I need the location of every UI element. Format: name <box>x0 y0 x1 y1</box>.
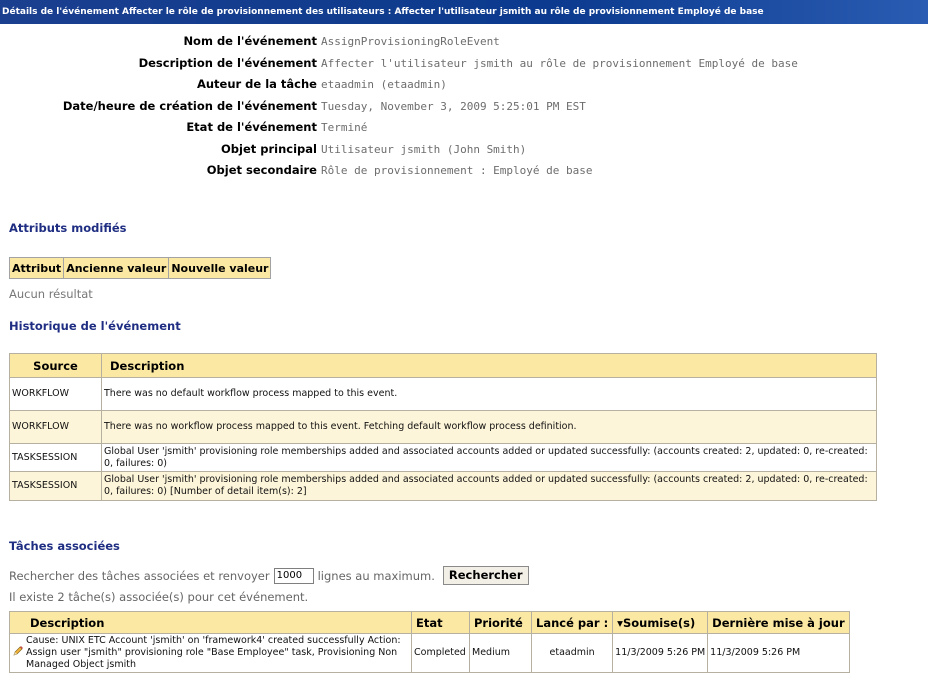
detail-label: Nom de l'événement <box>183 34 317 48</box>
modified-attributes-heading: Attributs modifiés <box>9 221 127 235</box>
detail-value: etaadmin (etaadmin) <box>321 78 447 91</box>
column-header-submitted[interactable]: ▾Soumise(s) <box>612 611 709 634</box>
detail-row-description: Description de l'événement Affecter l'uti… <box>0 56 928 78</box>
column-header-old-value[interactable]: Ancienne valeur <box>63 257 170 279</box>
task-status: Completed <box>411 633 470 673</box>
detail-row-secondary-object: Objet secondaire Rôle de provisionnement … <box>0 163 928 185</box>
history-description: There was no default workflow process ma… <box>101 377 877 411</box>
event-details: Nom de l'événement AssignProvisioningRole… <box>0 34 928 185</box>
event-history-heading: Historique de l'événement <box>9 319 181 333</box>
column-header-launched-by[interactable]: Lancé par : <box>530 611 614 634</box>
associated-tasks-table: Description Etat Priorité Lancé par : ▾S… <box>9 611 850 673</box>
detail-row-state: Etat de l'événement Terminé <box>0 120 928 142</box>
detail-value: Affecter l'utilisateur jsmith au rôle de… <box>321 56 798 70</box>
column-header-source[interactable]: Source <box>9 353 102 378</box>
detail-label: Objet secondaire <box>206 163 317 177</box>
search-button[interactable]: Rechercher <box>442 566 529 585</box>
max-rows-input[interactable] <box>273 567 314 584</box>
task-description: Cause: UNIX ETC Account 'jsmith' on 'fra… <box>26 635 401 670</box>
table-row[interactable]: Cause: UNIX ETC Account 'jsmith' on 'fra… <box>9 633 850 673</box>
no-result-text: Aucun résultat <box>9 287 93 301</box>
detail-label: Objet principal <box>221 141 317 156</box>
column-header-description[interactable]: Description <box>101 353 877 378</box>
task-count-text: Il existe 2 tâche(s) associée(s) pour ce… <box>9 590 309 604</box>
detail-label: Auteur de la tâche <box>196 77 317 91</box>
task-search-line: Rechercher des tâches associées et renvo… <box>9 566 529 585</box>
column-header-description[interactable]: Description <box>9 611 412 634</box>
task-description-cell: Cause: UNIX ETC Account 'jsmith' on 'fra… <box>9 633 412 673</box>
search-prefix-text: Rechercher des tâches associées et renvo… <box>9 568 270 583</box>
history-source: TASKSESSION <box>9 443 102 472</box>
search-suffix-text: lignes au maximum. <box>317 568 435 583</box>
column-header-last-update[interactable]: Dernière mise à jour <box>707 611 850 634</box>
task-last-update: 11/3/2009 5:26 PM <box>707 633 850 673</box>
detail-row-author: Auteur de la tâche etaadmin (etaadmin) <box>0 77 928 99</box>
page-title: Détails de l'événement Affecter le rôle … <box>2 7 764 17</box>
detail-row-name: Nom de l'événement AssignProvisioningRole… <box>0 34 928 56</box>
table-row: TASKSESSION Global User 'jsmith' provisi… <box>9 443 877 472</box>
column-header-priority[interactable]: Priorité <box>469 611 532 634</box>
detail-label: Date/heure de création de l'événement <box>62 98 317 113</box>
event-history-table: Source Description WORKFLOW There was no… <box>9 353 877 501</box>
associated-tasks-heading: Tâches associées <box>9 539 120 553</box>
history-description: There was no workflow process mapped to … <box>101 410 877 444</box>
modified-attributes-table: Attribut Ancienne valeur Nouvelle valeur <box>8 257 272 279</box>
task-priority: Medium <box>469 633 532 673</box>
task-launched-by: etaadmin <box>530 633 614 673</box>
detail-value: AssignProvisioningRoleEvent <box>321 35 500 48</box>
detail-row-primary-object: Objet principal Utilisateur jsmith (John … <box>0 142 928 164</box>
detail-row-created: Date/heure de création de l'événement Tue… <box>0 99 928 121</box>
detail-value: Tuesday, November 3, 2009 5:25:01 PM EST <box>321 99 586 113</box>
table-row: WORKFLOW There was no workflow process m… <box>9 410 877 444</box>
column-header-new-value[interactable]: Nouvelle valeur <box>168 257 272 279</box>
pencil-icon[interactable] <box>12 645 24 661</box>
history-source: WORKFLOW <box>9 377 102 411</box>
detail-value: Utilisateur jsmith (John Smith) <box>321 142 527 156</box>
history-source: TASKSESSION <box>9 471 102 501</box>
history-description: Global User 'jsmith' provisioning role m… <box>101 443 877 472</box>
history-source: WORKFLOW <box>9 410 102 444</box>
page-title-bar: Détails de l'événement Affecter le rôle … <box>0 0 928 24</box>
table-row: TASKSESSION Global User 'jsmith' provisi… <box>9 471 877 501</box>
task-submitted: 11/3/2009 5:26 PM <box>612 633 709 673</box>
column-header-attribute[interactable]: Attribut <box>8 257 65 279</box>
detail-label: Description de l'événement <box>138 55 317 70</box>
detail-value: Terminé <box>321 121 368 134</box>
table-row: WORKFLOW There was no default workflow p… <box>9 377 877 411</box>
detail-label: Etat de l'événement <box>186 120 317 134</box>
history-description: Global User 'jsmith' provisioning role m… <box>101 471 877 501</box>
detail-value: Rôle de provisionnement : Employé de bas… <box>321 164 593 177</box>
column-header-status[interactable]: Etat <box>411 611 470 634</box>
